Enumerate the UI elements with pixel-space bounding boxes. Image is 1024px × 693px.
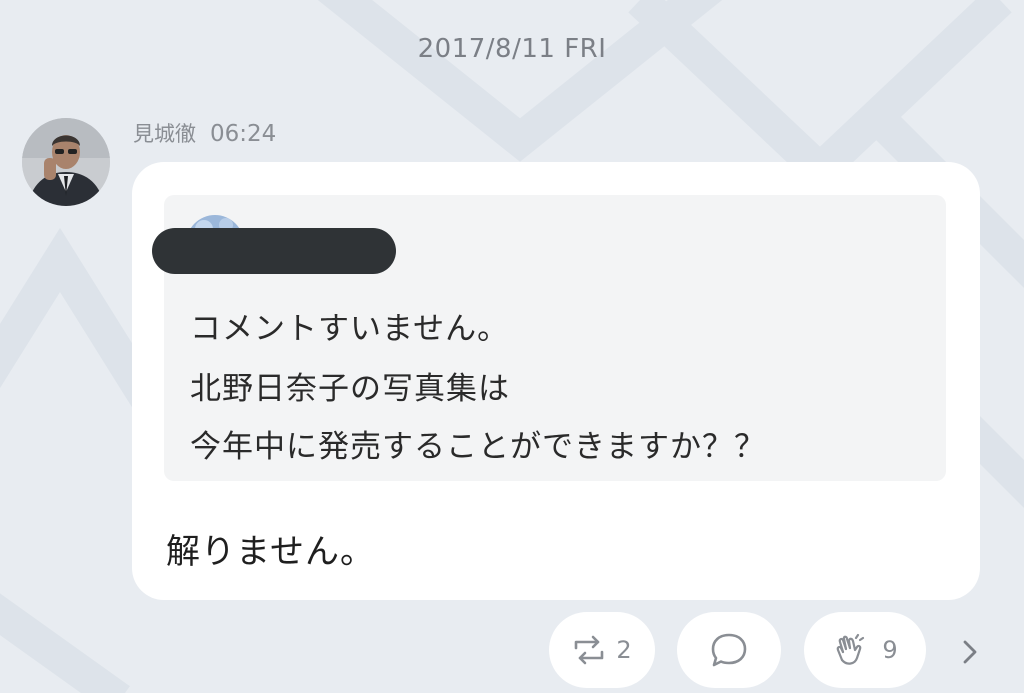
clap-count: 9	[882, 636, 898, 664]
clap-button[interactable]: 9	[804, 612, 926, 688]
reply-text: 解りません。	[166, 532, 375, 572]
comment-button[interactable]	[677, 612, 781, 688]
more-button[interactable]	[950, 630, 990, 674]
sender-name[interactable]: 見城徹	[133, 118, 196, 148]
repost-button[interactable]: 2	[549, 612, 655, 688]
quoted-comment-line-1: コメントすいません。	[190, 311, 510, 347]
redacted-commenter-name	[152, 228, 396, 274]
message-bubble: コメントすいません。 北野日奈子の写真集は 今年中に発売することができますか？？…	[132, 162, 980, 600]
repost-icon	[575, 635, 604, 665]
sender-photo	[22, 118, 110, 206]
sender-avatar[interactable]	[22, 118, 110, 206]
chevron-right-icon	[963, 640, 977, 664]
quoted-comment-line-2: 北野日奈子の写真集は	[190, 371, 510, 407]
message-time: 06:24	[210, 121, 277, 147]
clap-icon	[837, 633, 865, 665]
date-header: 2017/8/11 FRI	[417, 34, 607, 64]
quoted-comment-line-3: 今年中に発売することができますか？？	[190, 429, 766, 465]
comment-icon	[711, 633, 747, 667]
quoted-comment[interactable]: コメントすいません。 北野日奈子の写真集は 今年中に発売することができますか？？	[152, 195, 946, 481]
message-meta: 見城徹 06:24	[133, 118, 276, 150]
repost-count: 2	[616, 636, 632, 664]
